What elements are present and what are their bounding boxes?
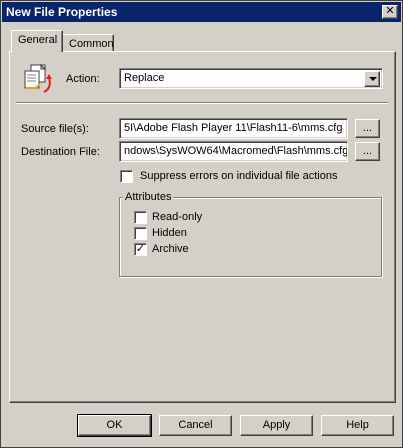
tab-general-label: General — [18, 34, 58, 46]
action-label: Action: — [66, 73, 100, 85]
ok-label: OK — [106, 419, 123, 431]
file-replace-icon — [24, 63, 52, 93]
archive-label: Archive — [152, 243, 189, 255]
destination-browse-label: ... — [362, 145, 373, 157]
archive-checkbox[interactable]: ✓ — [134, 243, 147, 256]
source-label: Source file(s): — [21, 123, 89, 135]
cancel-label: Cancel — [178, 419, 213, 431]
destination-value: ndows\SysWOW64\Macromed\Flash\mms.cfg — [124, 145, 348, 157]
source-browse-button[interactable]: ... — [355, 119, 380, 138]
close-icon: ✕ — [385, 5, 395, 17]
apply-label: Apply — [262, 419, 291, 431]
cancel-button[interactable]: Cancel — [159, 415, 232, 436]
dialog-window: New File Properties ✕ General Common Act… — [0, 0, 403, 448]
destination-input[interactable]: ndows\SysWOW64\Macromed\Flash\mms.cfg — [119, 141, 348, 162]
destination-label: Destination File: — [21, 146, 100, 158]
chevron-down-icon[interactable] — [364, 71, 380, 87]
title-bar[interactable]: New File Properties ✕ — [2, 2, 401, 22]
read-only-checkbox[interactable] — [134, 211, 147, 224]
close-button[interactable]: ✕ — [382, 5, 398, 19]
hidden-checkbox[interactable] — [134, 227, 147, 240]
apply-button[interactable]: Apply — [240, 415, 313, 436]
check-icon: ✓ — [135, 243, 146, 255]
suppress-errors-label: Suppress errors on individual file actio… — [140, 170, 338, 182]
ok-button[interactable]: OK — [77, 414, 152, 437]
tab-general[interactable]: General — [11, 30, 63, 52]
help-button[interactable]: Help — [321, 415, 394, 436]
help-label: Help — [346, 419, 369, 431]
attributes-title: Attributes — [123, 191, 174, 203]
source-input[interactable]: 5I\Adobe Flash Player 11\Flash11-6\mms.c… — [119, 118, 348, 139]
tab-common[interactable]: Common — [62, 34, 114, 52]
action-combobox[interactable]: Replace — [119, 68, 383, 89]
window-title: New File Properties — [6, 5, 118, 19]
destination-browse-button[interactable]: ... — [355, 142, 380, 161]
source-value: 5I\Adobe Flash Player 11\Flash11-6\mms.c… — [124, 122, 343, 134]
hidden-label: Hidden — [152, 227, 187, 239]
suppress-errors-checkbox[interactable] — [120, 170, 133, 183]
separator — [16, 102, 388, 104]
source-browse-label: ... — [362, 122, 373, 134]
tab-common-label: Common — [69, 38, 114, 50]
action-value: Replace — [124, 72, 165, 84]
general-tab-panel: Action: Replace Source file(s): 5I\Adobe… — [9, 51, 396, 403]
read-only-label: Read-only — [152, 211, 203, 223]
